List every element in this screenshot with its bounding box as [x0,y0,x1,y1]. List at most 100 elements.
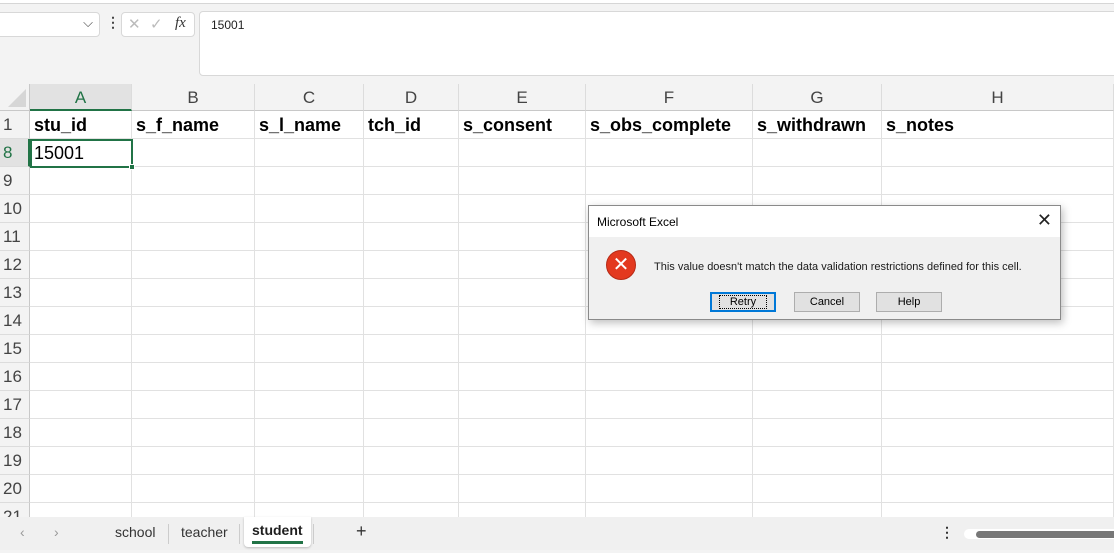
row-header-17[interactable]: 17 [0,391,30,419]
cell-F19[interactable] [586,447,753,475]
cell-B18[interactable] [132,419,255,447]
cell-B19[interactable] [132,447,255,475]
more-options-icon[interactable]: ⋮ [938,524,956,541]
cell-E21[interactable] [459,503,586,517]
column-header-a[interactable]: A [30,84,132,111]
cell-E16[interactable] [459,363,586,391]
cell-G17[interactable] [753,391,882,419]
cell-C18[interactable] [255,419,364,447]
insert-function-icon[interactable]: fx [175,15,186,32]
cell-A16[interactable] [30,363,132,391]
row-header-15[interactable]: 15 [0,335,30,363]
cell-D20[interactable] [364,475,459,503]
cell-H17[interactable] [882,391,1114,419]
cell-A11[interactable] [30,223,132,251]
cell-F21[interactable] [586,503,753,517]
cell-A19[interactable] [30,447,132,475]
cell-F17[interactable] [586,391,753,419]
cell-A9[interactable] [30,167,132,195]
cell-C15[interactable] [255,335,364,363]
cancel-button[interactable]: Cancel [794,292,860,312]
row-header-19[interactable]: 19 [0,447,30,475]
cell-B21[interactable] [132,503,255,517]
scroll-tabs-left-icon[interactable]: ‹ [18,524,27,540]
row-header-16[interactable]: 16 [0,363,30,391]
cell-H1[interactable]: s_notes [882,111,1114,139]
select-all-button[interactable] [0,84,30,111]
more-options-icon[interactable]: ⋮ [106,14,120,31]
column-header-e[interactable]: E [459,84,586,111]
fill-handle[interactable] [129,164,135,170]
cell-C19[interactable] [255,447,364,475]
cell-H19[interactable] [882,447,1114,475]
cell-D16[interactable] [364,363,459,391]
cell-F8[interactable] [586,139,753,167]
row-header-18[interactable]: 18 [0,419,30,447]
row-header-12[interactable]: 12 [0,251,30,279]
cell-G16[interactable] [753,363,882,391]
cell-G9[interactable] [753,167,882,195]
cell-D14[interactable] [364,307,459,335]
cell-E10[interactable] [459,195,586,223]
column-header-d[interactable]: D [364,84,459,111]
cell-A18[interactable] [30,419,132,447]
row-header-9[interactable]: 9 [0,167,30,195]
cell-B15[interactable] [132,335,255,363]
cell-D12[interactable] [364,251,459,279]
cell-G1[interactable]: s_withdrawn [753,111,882,139]
cell-C16[interactable] [255,363,364,391]
scrollbar-thumb[interactable] [976,531,1114,538]
cell-B14[interactable] [132,307,255,335]
cell-A15[interactable] [30,335,132,363]
cell-B13[interactable] [132,279,255,307]
cell-B9[interactable] [132,167,255,195]
cell-E1[interactable]: s_consent [459,111,586,139]
cell-D10[interactable] [364,195,459,223]
cell-A21[interactable] [30,503,132,517]
close-icon[interactable]: ✕ [1037,210,1052,231]
help-button[interactable]: Help [876,292,942,312]
cell-F9[interactable] [586,167,753,195]
name-box[interactable]: ⌵ [0,12,100,37]
cell-H18[interactable] [882,419,1114,447]
cell-B10[interactable] [132,195,255,223]
cell-D11[interactable] [364,223,459,251]
cell-C12[interactable] [255,251,364,279]
row-header-14[interactable]: 14 [0,307,30,335]
cell-B8[interactable] [132,139,255,167]
column-header-h[interactable]: H [882,84,1114,111]
tab-teacher[interactable]: teacher [179,524,230,540]
cell-C13[interactable] [255,279,364,307]
cell-B12[interactable] [132,251,255,279]
row-header-10[interactable]: 10 [0,195,30,223]
cell-C8[interactable] [255,139,364,167]
cell-E11[interactable] [459,223,586,251]
cell-G18[interactable] [753,419,882,447]
cell-B16[interactable] [132,363,255,391]
cell-H15[interactable] [882,335,1114,363]
cell-D9[interactable] [364,167,459,195]
cell-D13[interactable] [364,279,459,307]
cell-E8[interactable] [459,139,586,167]
cell-E18[interactable] [459,419,586,447]
chevron-down-icon[interactable]: ⌵ [83,15,93,31]
horizontal-scrollbar[interactable] [964,529,1114,539]
cell-G20[interactable] [753,475,882,503]
cell-E12[interactable] [459,251,586,279]
cell-E13[interactable] [459,279,586,307]
column-header-b[interactable]: B [132,84,255,111]
cell-F16[interactable] [586,363,753,391]
cell-D8[interactable] [364,139,459,167]
cell-H20[interactable] [882,475,1114,503]
cell-H8[interactable] [882,139,1114,167]
column-header-g[interactable]: G [753,84,882,111]
cell-A20[interactable] [30,475,132,503]
row-header-21[interactable]: 21 [0,503,30,517]
tab-school[interactable]: school [113,524,157,540]
cell-G21[interactable] [753,503,882,517]
cell-E19[interactable] [459,447,586,475]
row-header-11[interactable]: 11 [0,223,30,251]
cell-A13[interactable] [30,279,132,307]
cell-C20[interactable] [255,475,364,503]
cell-C17[interactable] [255,391,364,419]
